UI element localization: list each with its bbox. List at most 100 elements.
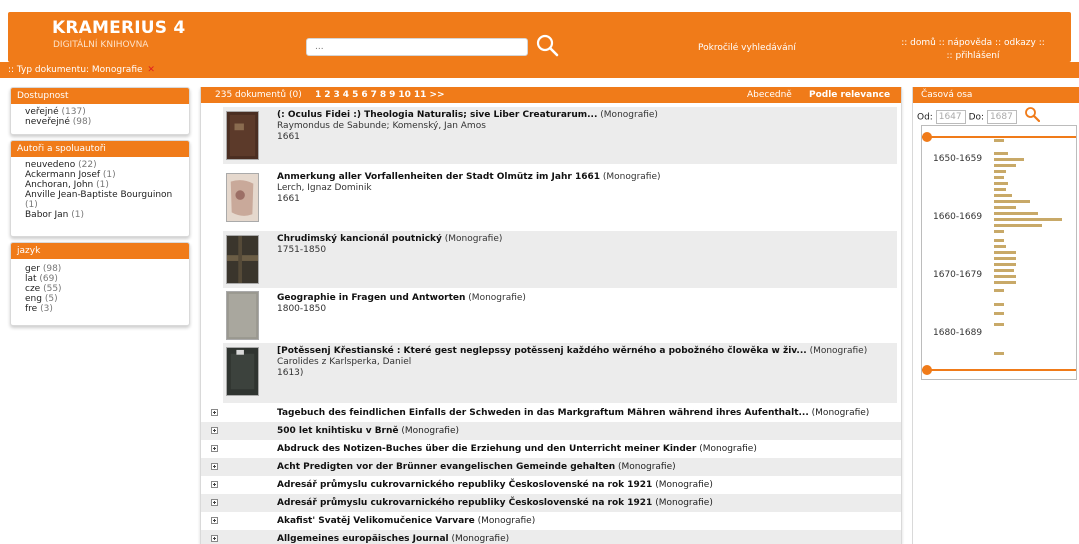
page-link[interactable]: 8 <box>380 90 386 100</box>
year-bar[interactable] <box>994 218 1062 221</box>
next-pages-link[interactable]: >> <box>429 90 444 100</box>
result-item[interactable]: [Potěssenj Křestianské : Které gest negl… <box>223 343 897 403</box>
advanced-search-link[interactable]: Pokročilé vyhledávání <box>698 43 796 53</box>
year-bar[interactable] <box>994 188 1006 191</box>
page-link[interactable]: 3 <box>334 90 340 100</box>
book-cover-thumbnail[interactable] <box>226 173 259 222</box>
search-input[interactable] <box>306 38 528 56</box>
close-x-icon[interactable]: ✕ <box>147 65 155 75</box>
page-link[interactable]: 5 <box>352 90 358 100</box>
page-link[interactable]: 1 <box>315 90 321 100</box>
links-link[interactable]: odkazy <box>1004 38 1036 48</box>
result-title[interactable]: Geographie in Fragen und Antworten <box>277 293 465 303</box>
facet-item-language[interactable]: fre (3) <box>25 304 184 314</box>
year-bar[interactable] <box>994 158 1024 161</box>
page-link[interactable]: 11 <box>414 90 427 100</box>
facet-item-language[interactable]: cze (55) <box>25 284 184 294</box>
facet-item-public[interactable]: veřejné (137) <box>25 107 184 117</box>
result-item-collapsed[interactable]: Acht Predigten vor der Brünner evangelis… <box>201 458 901 476</box>
result-item-collapsed[interactable]: 500 let knihtisku v Brně (Monografie) <box>201 422 901 440</box>
year-bar[interactable] <box>994 239 1004 242</box>
expand-plus-icon[interactable] <box>211 499 218 506</box>
book-cover-thumbnail[interactable] <box>226 291 259 340</box>
result-item-collapsed[interactable]: Allgemeines europäisches Journal (Monogr… <box>201 530 901 544</box>
expand-plus-icon[interactable] <box>211 409 218 416</box>
page-link[interactable]: 4 <box>343 90 349 100</box>
result-item-collapsed[interactable]: Akafist' Svatěj Velikomučenice Varvare (… <box>201 512 901 530</box>
result-item[interactable]: (: Oculus Fidei :) Theologia Naturalis; … <box>223 107 897 164</box>
year-bar[interactable] <box>994 139 1004 142</box>
facet-item-author[interactable]: neuvedeno (22) <box>25 160 184 170</box>
year-bar[interactable] <box>994 224 1042 227</box>
result-item[interactable]: Chrudimský kancionál poutnický (Monograf… <box>223 231 897 288</box>
result-title[interactable]: Acht Predigten vor der Brünner evangelis… <box>277 462 615 472</box>
timeline-search-icon[interactable] <box>1024 106 1040 122</box>
facet-item-author[interactable]: Babor Jan (1) <box>25 210 184 220</box>
year-bar[interactable] <box>994 200 1030 203</box>
page-link[interactable]: 9 <box>389 90 395 100</box>
timeline-slider-end-handle[interactable] <box>922 365 932 375</box>
expand-plus-icon[interactable] <box>211 463 218 470</box>
result-title[interactable]: Chrudimský kancionál poutnický <box>277 234 442 244</box>
page-link[interactable]: 7 <box>371 90 377 100</box>
help-link[interactable]: nápověda <box>948 38 993 48</box>
result-title[interactable]: Adresář průmyslu cukrovarnického republi… <box>277 480 652 490</box>
result-title[interactable]: Adresář průmyslu cukrovarnického republi… <box>277 498 652 508</box>
from-year-input[interactable]: 1647 <box>935 110 966 124</box>
book-cover-thumbnail[interactable] <box>226 111 259 160</box>
timeline-histogram[interactable]: 1650-1659 1660-1669 1670-1679 1680-1689 <box>921 125 1077 380</box>
home-link[interactable]: :: domů :: <box>901 38 945 48</box>
year-bar[interactable] <box>994 257 1016 260</box>
year-bar[interactable] <box>994 170 1006 173</box>
search-icon[interactable] <box>535 33 559 57</box>
year-bar[interactable] <box>994 275 1016 278</box>
expand-plus-icon[interactable] <box>211 535 218 542</box>
sort-relevance-button[interactable]: Podle relevance <box>809 90 890 100</box>
login-link[interactable]: přihlášení <box>955 51 999 61</box>
year-bar[interactable] <box>994 212 1038 215</box>
result-title[interactable]: 500 let knihtisku v Brně <box>277 426 399 436</box>
result-title[interactable]: Abdruck des Notizen-Buches über die Erzi… <box>277 444 696 454</box>
book-cover-thumbnail[interactable] <box>226 347 259 396</box>
year-bar[interactable] <box>994 152 1008 155</box>
year-bar[interactable] <box>994 194 1012 197</box>
page-link[interactable]: 10 <box>398 90 411 100</box>
year-bar[interactable] <box>994 206 1016 209</box>
result-title[interactable]: (: Oculus Fidei :) Theologia Naturalis; … <box>277 110 597 120</box>
year-bar[interactable] <box>994 303 1004 306</box>
page-link[interactable]: 2 <box>324 90 330 100</box>
year-bar[interactable] <box>994 269 1014 272</box>
result-item[interactable]: Anmerkung aller Vorfallenheiten der Stad… <box>223 169 897 226</box>
year-bar[interactable] <box>994 182 1008 185</box>
expand-plus-icon[interactable] <box>211 481 218 488</box>
result-item-collapsed[interactable]: Adresář průmyslu cukrovarnického republi… <box>201 494 901 512</box>
result-title[interactable]: [Potěssenj Křestianské : Které gest negl… <box>277 346 807 356</box>
facet-item-language[interactable]: ger (98) <box>25 264 184 274</box>
facet-item-private[interactable]: neveřejné (98) <box>25 117 184 127</box>
facet-item-author[interactable]: Ackermann Josef (1) <box>25 170 184 180</box>
year-bar[interactable] <box>994 323 1004 326</box>
year-bar[interactable] <box>994 164 1016 167</box>
page-link[interactable]: 6 <box>361 90 367 100</box>
expand-plus-icon[interactable] <box>211 445 218 452</box>
year-bar[interactable] <box>994 281 1016 284</box>
sort-alphabetical-button[interactable]: Abecedně <box>747 90 792 100</box>
to-year-input[interactable]: 1687 <box>986 110 1017 124</box>
timeline-slider-start-handle[interactable] <box>922 132 932 142</box>
result-title[interactable]: Tagebuch des feindlichen Einfalls der Sc… <box>277 408 809 418</box>
facet-item-author[interactable]: Anville Jean-Baptiste Bourguinon (1) <box>25 190 184 210</box>
year-bar[interactable] <box>994 230 1004 233</box>
year-bar[interactable] <box>994 289 1004 292</box>
result-item[interactable]: Geographie in Fragen und Antworten (Mono… <box>223 287 897 344</box>
facet-item-author[interactable]: Anchoran, John (1) <box>25 180 184 190</box>
app-title[interactable]: KRAMERIUS 4 <box>52 18 185 38</box>
result-item-collapsed[interactable]: Tagebuch des feindlichen Einfalls der Sc… <box>201 404 901 422</box>
year-bar[interactable] <box>994 251 1016 254</box>
result-title[interactable]: Akafist' Svatěj Velikomučenice Varvare <box>277 516 475 526</box>
year-bar[interactable] <box>994 263 1016 266</box>
expand-plus-icon[interactable] <box>211 427 218 434</box>
result-item-collapsed[interactable]: Adresář průmyslu cukrovarnického republi… <box>201 476 901 494</box>
result-title[interactable]: Anmerkung aller Vorfallenheiten der Stad… <box>277 172 600 182</box>
year-bar[interactable] <box>994 245 1006 248</box>
result-item-collapsed[interactable]: Abdruck des Notizen-Buches über die Erzi… <box>201 440 901 458</box>
